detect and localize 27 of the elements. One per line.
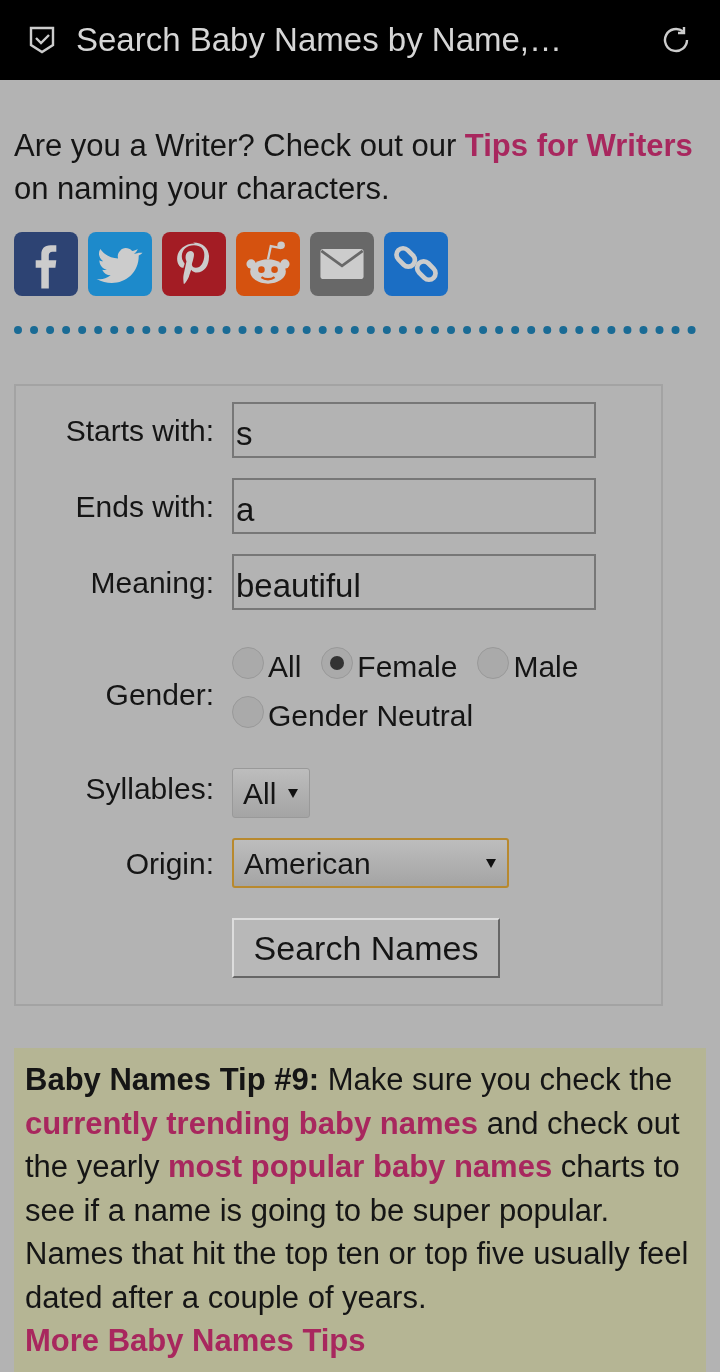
intro-paragraph: Are you a Writer? Check out our Tips for Writers on naming your characters. bbox=[14, 127, 694, 208]
field-label: Gender: bbox=[104, 677, 214, 713]
field-label: Ends with: bbox=[74, 488, 214, 525]
share-button[interactable] bbox=[384, 232, 448, 296]
search-names-button[interactable]: Search Names bbox=[232, 918, 500, 978]
field-label: Syllables: bbox=[84, 770, 214, 807]
text-field[interactable]: beautiful bbox=[232, 554, 596, 610]
page-title: Search Baby Names by Name,… bbox=[76, 20, 564, 61]
dropdown-caret-icon bbox=[485, 857, 497, 869]
share-button[interactable] bbox=[14, 232, 78, 296]
share-button[interactable] bbox=[162, 232, 226, 296]
select-dropdown[interactable]: All bbox=[232, 768, 310, 818]
dropdown-caret-icon bbox=[287, 787, 299, 799]
share-button[interactable] bbox=[236, 232, 300, 296]
radio-option[interactable]: All bbox=[232, 644, 302, 689]
field-label: Starts with: bbox=[64, 412, 214, 449]
field-label: Meaning: bbox=[89, 564, 214, 601]
shield-check-icon[interactable] bbox=[28, 25, 56, 55]
radio-option[interactable]: Gender Neutral bbox=[232, 693, 474, 738]
share-button[interactable] bbox=[310, 232, 374, 296]
radio-option[interactable]: Male bbox=[477, 644, 579, 689]
field-label: Origin: bbox=[124, 845, 214, 882]
text-field[interactable]: s bbox=[232, 402, 596, 458]
radio-option[interactable]: Female bbox=[321, 644, 458, 689]
select-dropdown[interactable]: American bbox=[232, 838, 509, 888]
text-field[interactable]: a bbox=[232, 478, 596, 534]
tip-box: Baby Names Tip #9: Make sure you check the currently trending baby names and check out the yearly most popular baby names charts to see if a name is going to be super popular. Names that hit the top ten or top five usually feel dated after a couple of years. More Baby Names Tips bbox=[14, 1048, 706, 1372]
